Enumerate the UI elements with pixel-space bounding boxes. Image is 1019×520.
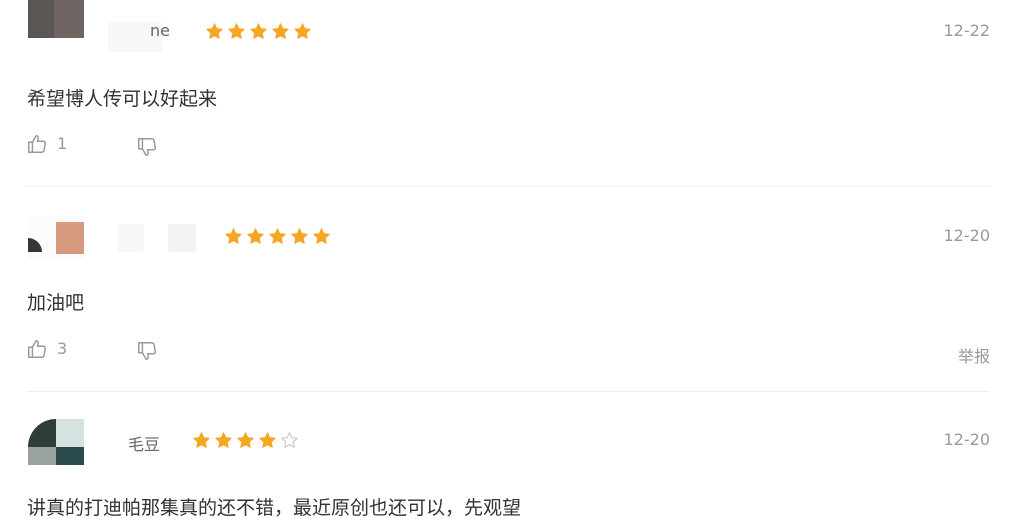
comment-text: 希望博人传可以好起来 bbox=[27, 88, 218, 110]
like-button[interactable]: 3 bbox=[26, 338, 67, 360]
report-button[interactable]: 举报 bbox=[958, 343, 990, 367]
avatar[interactable] bbox=[28, 419, 84, 465]
star-filled-icon bbox=[313, 228, 330, 244]
thumbs-up-icon bbox=[26, 338, 48, 360]
username-blur bbox=[118, 224, 144, 252]
comment-item: 12-20 加油吧 3 举报 bbox=[0, 186, 1019, 391]
star-filled-icon bbox=[272, 23, 289, 39]
star-filled-icon bbox=[228, 23, 245, 39]
star-filled-icon bbox=[250, 23, 267, 39]
rating-stars bbox=[224, 227, 331, 246]
star-empty-icon bbox=[281, 432, 298, 448]
username[interactable]: 毛豆 bbox=[128, 431, 160, 455]
comment-item: 毛豆 12-20 讲真的打迪帕那集真的还不错，最近原创也还可以，先观望 bbox=[0, 391, 1019, 520]
star-filled-icon bbox=[215, 432, 232, 448]
dislike-button[interactable] bbox=[136, 340, 158, 362]
comment-item: ne 12-22 希望博人传可以好起来 1 bbox=[0, 0, 1019, 186]
comment-date: 12-20 bbox=[943, 226, 991, 245]
dislike-button[interactable] bbox=[136, 136, 158, 158]
star-filled-icon bbox=[237, 432, 254, 448]
star-filled-icon bbox=[225, 228, 242, 244]
star-filled-icon bbox=[269, 228, 286, 244]
star-filled-icon bbox=[291, 228, 308, 244]
star-filled-icon bbox=[259, 432, 276, 448]
comment-date: 12-20 bbox=[943, 430, 991, 449]
like-count: 1 bbox=[57, 134, 68, 153]
like-button[interactable]: 1 bbox=[26, 133, 67, 155]
comment-date: 12-22 bbox=[943, 21, 991, 40]
comment-text: 讲真的打迪帕那集真的还不错，最近原创也还可以，先观望 bbox=[27, 497, 522, 519]
star-filled-icon bbox=[247, 228, 264, 244]
username[interactable]: ne bbox=[150, 21, 170, 40]
avatar[interactable] bbox=[28, 0, 84, 52]
star-filled-icon bbox=[206, 23, 223, 39]
thumbs-down-icon bbox=[136, 136, 158, 158]
like-count: 3 bbox=[57, 339, 68, 358]
comment-text: 加油吧 bbox=[27, 292, 85, 314]
username-blur bbox=[168, 224, 196, 252]
avatar[interactable] bbox=[28, 216, 84, 260]
rating-stars bbox=[192, 431, 299, 450]
thumbs-down-icon bbox=[136, 340, 158, 362]
rating-stars bbox=[205, 22, 312, 41]
thumbs-up-icon bbox=[26, 133, 48, 155]
star-filled-icon bbox=[193, 432, 210, 448]
star-filled-icon bbox=[294, 23, 311, 39]
